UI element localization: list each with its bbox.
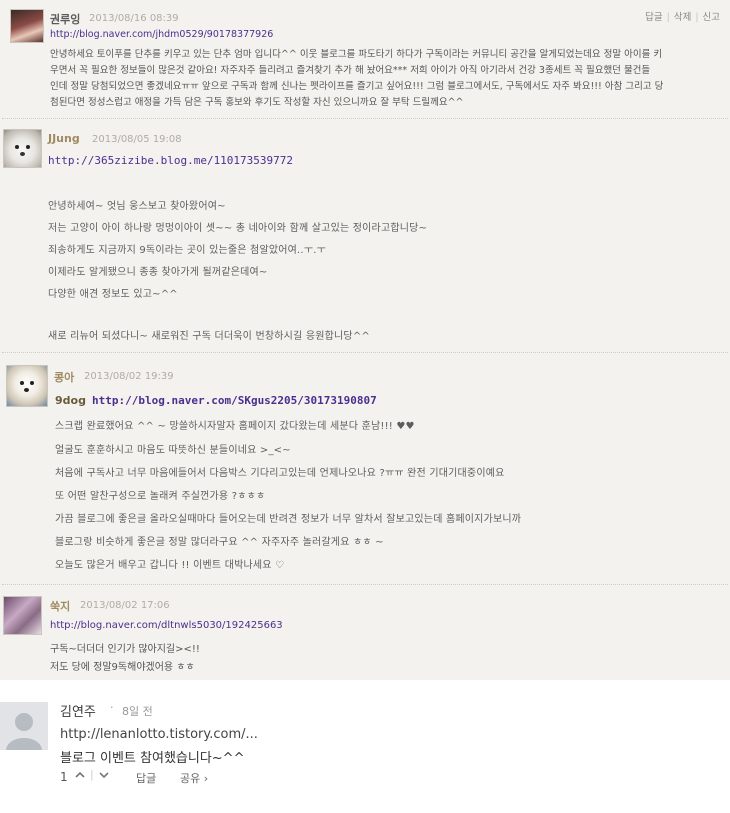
comment-item: JJung 2013/08/05 19:08 http://365zizibe.…	[0, 119, 730, 352]
comment-author[interactable]: 권루잉	[50, 11, 80, 27]
default-avatar[interactable]	[0, 702, 48, 750]
comment-date: 2013/08/02 19:39	[84, 371, 174, 382]
comment-text-line: 구독~더더더 인기가 많아지길><!!	[50, 644, 200, 655]
comment-author[interactable]: JJung	[48, 132, 80, 145]
comment-text-line: 저도 당에 정말9독해야겠어용 ㅎㅎ	[50, 662, 195, 673]
comment-text-line: 얼굴도 훈훈하시고 마음도 따뜻하신 분들이네요 >_<~	[55, 445, 291, 456]
reply-button[interactable]: 답글	[136, 770, 156, 786]
comment-url[interactable]: http://lenanlotto.tistory.com/...	[60, 727, 258, 742]
avatar-eye	[30, 381, 34, 385]
separator: ·	[110, 701, 114, 714]
comment-item: 콩아 2013/08/02 19:39 9dog http://blog.nav…	[0, 353, 730, 584]
chevron-up-icon	[75, 771, 85, 778]
comment-text-line: 이제라도 알게됐으니 종종 찾아가게 될꺼같은데여~	[48, 267, 268, 278]
comment-date: 2013/08/02 17:06	[80, 600, 170, 611]
blog-link[interactable]: http://blog.naver.com/dltnwls5030/192425…	[50, 620, 283, 631]
comment-text-line: 죄송하게도 지금까지 9독이라는 곳이 있는줄은 첨알았어여..ㅜ.ㅜ	[48, 245, 326, 256]
comment-author[interactable]: 쑥지	[50, 598, 70, 614]
comment-text-line: 가끔 블로그에 좋은글 올라오실때마다 들어오는데 반려견 정보가 너무 알차서…	[55, 514, 522, 525]
comment-text-line: 우면서 꼭 필요한 정보들이 많은것 같아요! 자주자주 들리려고 즐겨찾기 추…	[50, 65, 651, 76]
avatar-nose	[20, 152, 25, 156]
comment-item: 권루잉 2013/08/16 08:39 http://blog.naver.c…	[0, 0, 730, 118]
reply-comment: 김연주 · 8일 전 http://lenanlotto.tistory.com…	[0, 690, 730, 813]
comment-text-line: 안녕하세여~ 엇님 웅스보고 찾아왔어여~	[48, 201, 226, 212]
link-label: 9dog	[55, 394, 86, 407]
comment-text-line: 인데 정말 당첨되었으면 좋겠네요ㅠㅠ 앞으로 구독과 함께 신나는 펫라이프를…	[50, 81, 664, 92]
comment-text-line: 첨된다면 정성스럽고 애정을 가득 담은 구독 홍보와 후기도 작성할 자신 있…	[50, 97, 464, 108]
comment-text-line: 또 어떤 알찬구성으로 놀래켜 주실껀가용 ?ㅎㅎㅎ	[55, 491, 266, 502]
comment-author[interactable]: 콩아	[54, 369, 74, 385]
comment-text-line: 처음에 구독사고 너무 마음에들어서 다음박스 기다리고있는데 언제나오나요 ?…	[55, 468, 505, 479]
avatar[interactable]	[6, 365, 48, 407]
comment-text-line: 안녕하세요 토이푸를 단추를 키우고 있는 단추 엄마 입니다^^ 이웃 블로그…	[50, 49, 663, 60]
comment-age: 8일 전	[122, 705, 153, 718]
comment-text-line: 블로그랑 비슷하게 좋은글 정말 많더라구요 ^^ 자주자주 놀러갈게요 ㅎㅎ …	[55, 537, 384, 548]
comment-body: 블로그 이벤트 참여했습니다~^^	[60, 751, 245, 766]
comment-text-line: 다양한 애견 정보도 있고~^^	[48, 289, 178, 300]
like-count: 1	[60, 770, 68, 784]
comment-text-line: 스크랩 완료했어요 ^^ ~ 망쓸하시자말자 홈페이지 갔다왔는데 세분다 훈남…	[55, 421, 415, 432]
avatar-eye	[15, 145, 19, 149]
avatar[interactable]	[3, 129, 42, 168]
person-icon	[6, 713, 42, 750]
separator: |	[90, 768, 94, 781]
comment-item: 쑥지 2013/08/02 17:06 http://blog.naver.co…	[0, 585, 730, 680]
avatar[interactable]	[3, 596, 42, 635]
comment-author[interactable]: 김연주	[60, 701, 96, 720]
comment-text-line: 새로 리뉴어 되셨다니~ 새로워진 구독 더더욱이 번창하시길 응원합니당^^	[48, 331, 370, 342]
comment-text-line: 저는 고양이 아이 하나랑 멍멍이아이 셋~~ 총 네아이와 함께 살고있는 정…	[48, 223, 428, 234]
avatar-eye	[20, 381, 24, 385]
upvote-button[interactable]	[74, 769, 86, 784]
comment-date: 2013/08/16 08:39	[89, 13, 179, 24]
blog-link[interactable]: http://blog.naver.com/SKgus2205/30173190…	[92, 394, 377, 407]
avatar-nose	[24, 388, 29, 392]
comment-text-line: 오늘도 많은거 배우고 갑니다 !! 이벤트 대박나세요 ♡	[55, 560, 285, 571]
comment-date: 2013/08/05 19:08	[92, 134, 182, 145]
avatar-eye	[26, 145, 30, 149]
blog-link[interactable]: http://365zizibe.blog.me/110173539772	[48, 154, 293, 167]
chevron-down-icon	[99, 772, 109, 779]
avatar[interactable]	[10, 9, 44, 43]
downvote-button[interactable]	[98, 769, 110, 784]
comment-thread: 답글 | 삭제 | 신고 권루잉 2013/08/16 08:39 http://blo…	[0, 0, 730, 680]
share-button[interactable]: 공유 ›	[180, 770, 208, 786]
blog-link[interactable]: http://blog.naver.com/jhdm0529/901783779…	[50, 29, 273, 40]
